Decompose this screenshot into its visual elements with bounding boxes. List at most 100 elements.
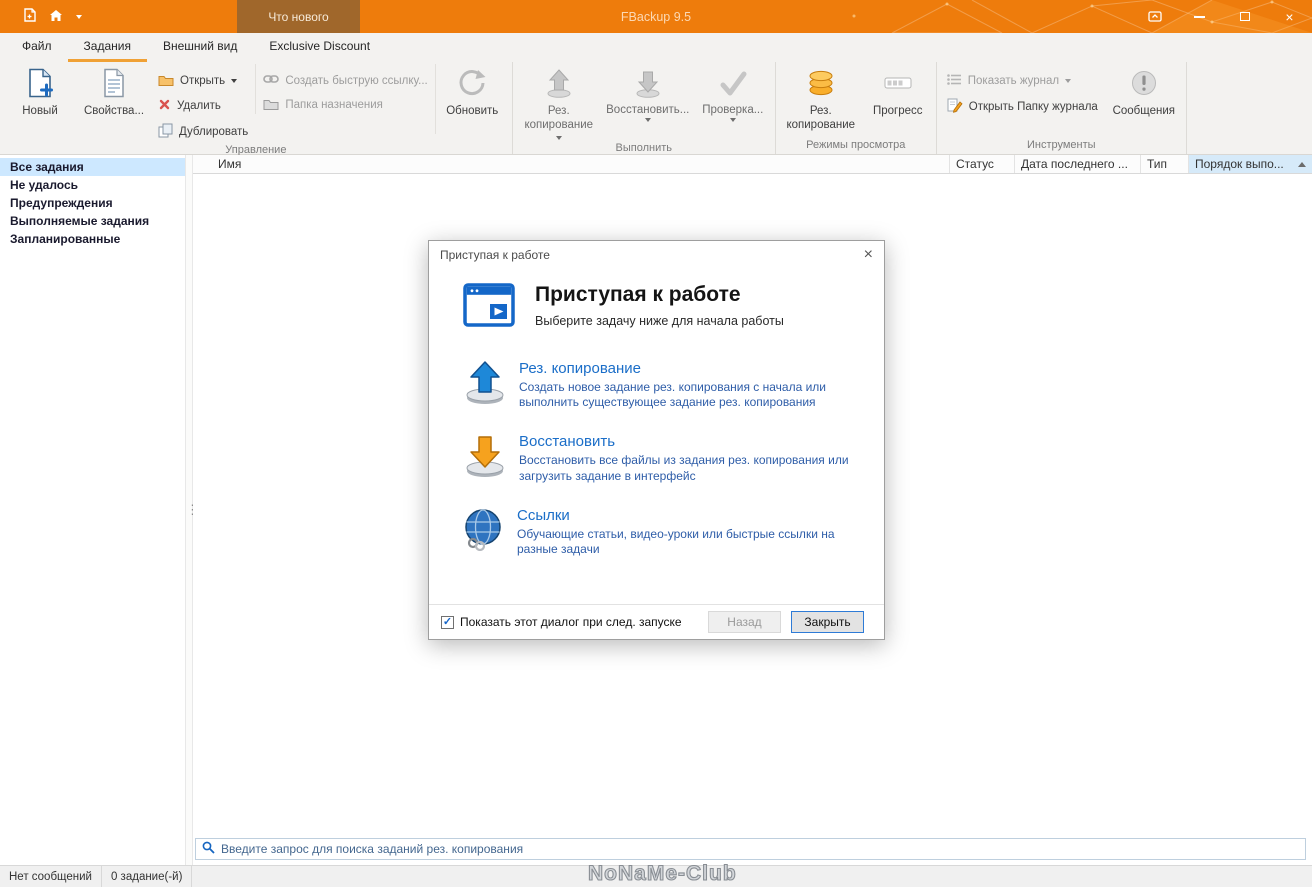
show-dialog-checkbox[interactable]: ✓ Показать этот диалог при след. запуске [441,615,682,629]
progress-icon [883,68,913,101]
group-label-tools: Инструменты [940,137,1183,154]
properties-button[interactable]: Свойства... [77,64,151,134]
search-input[interactable] [221,842,1299,856]
dialog-heading: Приступая к работе [535,283,784,307]
minimize-icon [1194,16,1205,18]
manage-small-buttons: Открыть Удалить Дублировать [151,64,255,142]
sidebar-item-failed[interactable]: Не удалось [0,176,185,194]
destination-folder-button[interactable]: Папка назначения [256,96,434,114]
tab-file[interactable]: Файл [6,33,68,62]
getting-started-dialog: Приступая к работе × Приступая к работе … [428,240,885,640]
links-option[interactable]: Ссылки Обучающие статьи, видео-уроки или… [461,507,884,557]
quick-link-icon [263,73,279,88]
dialog-titlebar: Приступая к работе × [429,241,884,269]
column-header-exec-order[interactable]: Порядок выпо... [1188,155,1312,173]
progress-view-button[interactable]: Прогресс [863,64,933,134]
dialog-footer: ✓ Показать этот диалог при след. запуске… [429,604,884,639]
minimize-button[interactable] [1177,0,1222,33]
dialog-close-icon[interactable]: × [864,247,873,263]
home-icon[interactable] [49,9,63,25]
duplicate-button[interactable]: Дублировать [151,122,255,142]
view-backup-button[interactable]: Рез. копирование [779,64,863,134]
test-button[interactable]: Проверка... [694,64,772,134]
sidebar-item-all-jobs[interactable]: Все задания [0,158,185,176]
delete-button[interactable]: Удалить [151,97,255,115]
backup-arrow-icon [461,360,509,410]
chevron-down-icon [645,118,651,122]
run-backup-icon [544,68,574,101]
back-button[interactable]: Назад [708,611,781,633]
sidebar-item-running[interactable]: Выполняемые задания [0,212,185,230]
links-option-desc: Обучающие статьи, видео-уроки или быстры… [517,527,853,557]
ribbon-filler [1187,62,1312,154]
close-button[interactable]: × [1267,0,1312,33]
ribbon-group-view-modes: Рез. копирование Прогресс Режимы просмот… [776,62,937,154]
search-icon [202,841,215,857]
ribbon-group-execute: Рез. копирование Восстановить... Проверк… [513,62,776,154]
column-header-last-date[interactable]: Дата последнего ... [1014,155,1140,173]
messages-icon [1129,68,1159,101]
restore-icon [633,68,663,101]
splitter-grip-icon: ⋮ [186,502,192,518]
maximize-button[interactable] [1222,0,1267,33]
tab-jobs[interactable]: Задания [68,33,147,62]
backup-option[interactable]: Рез. копирование Создать новое задание р… [461,360,884,410]
tab-exclusive-discount[interactable]: Exclusive Discount [253,33,386,62]
window-title: FBackup 9.5 [0,0,1312,33]
close-dialog-button[interactable]: Закрыть [791,611,864,633]
statusbar: Нет сообщений 0 задание(-й) [0,865,1312,887]
open-folder-icon [158,73,174,89]
ribbon: Новый Свойства... Открыть Удалить [0,62,1312,155]
show-log-button[interactable]: Показать журнал [940,72,1105,90]
chevron-down-icon [231,79,237,83]
status-job-count: 0 задание(-й) [102,866,192,887]
backup-option-title[interactable]: Рез. копирование [519,360,855,377]
sidebar-item-scheduled[interactable]: Запланированные [0,230,185,248]
backup-option-desc: Создать новое задание рез. копирования с… [519,380,855,410]
properties-icon [99,68,129,101]
column-header-status[interactable]: Статус [949,155,1014,173]
backup-stack-icon [806,68,836,101]
delete-icon [158,98,171,114]
job-table-header: Имя Статус Дата последнего ... Тип Поряд… [193,155,1312,174]
column-header-name[interactable]: Имя [193,155,949,173]
ribbon-display-options-icon[interactable] [1132,0,1177,33]
create-quick-link-button[interactable]: Создать быструю ссылку... [256,72,434,89]
column-header-type[interactable]: Тип [1140,155,1188,173]
ribbon-group-tools: Показать журнал Открыть Папку журнала Со… [937,62,1187,154]
dialog-header: Приступая к работе Выберите задачу ниже … [463,283,884,330]
globe-links-icon [461,507,507,557]
quick-access-chevron-icon[interactable] [76,15,82,19]
whats-new-tab[interactable]: Что нового [237,0,360,33]
links-option-title[interactable]: Ссылки [517,507,853,524]
restore-button[interactable]: Восстановить... [602,64,694,134]
group-label-execute: Выполнить [516,140,772,156]
open-button[interactable]: Открыть [151,72,255,90]
status-messages: Нет сообщений [0,866,102,887]
sidebar-item-warnings[interactable]: Предупреждения [0,194,185,212]
whats-new-label: Что нового [268,10,328,24]
restore-option-desc: Восстановить все файлы из задания рез. к… [519,453,855,483]
duplicate-icon [158,123,173,141]
restore-option-title[interactable]: Восстановить [519,433,855,450]
titlebar: Что нового FBackup 9.5 × [0,0,1312,33]
app-icon[interactable] [24,8,36,25]
new-job-button[interactable]: Новый [3,64,77,134]
window-controls: × [1132,0,1312,33]
open-log-folder-icon [947,98,963,116]
sidebar-splitter[interactable]: ⋮ [185,155,193,865]
refresh-icon [457,68,487,101]
dialog-heading-block: Приступая к работе Выберите задачу ниже … [535,283,784,328]
messages-button[interactable]: Сообщения [1105,64,1183,134]
checkbox-checked-icon: ✓ [441,616,454,629]
open-log-folder-button[interactable]: Открыть Папку журнала [940,97,1105,117]
run-backup-button[interactable]: Рез. копирование [516,64,602,140]
ribbon-group-manage: Новый Свойства... Открыть Удалить [0,62,513,154]
dialog-title: Приступая к работе [440,248,550,262]
refresh-button[interactable]: Обновить [435,64,509,134]
job-filters-sidebar: Все задания Не удалось Предупреждения Вы… [0,155,185,865]
search-bar[interactable] [195,838,1306,860]
restore-option[interactable]: Восстановить Восстановить все файлы из з… [461,433,884,483]
restore-arrow-icon [461,433,509,483]
tab-appearance[interactable]: Внешний вид [147,33,253,62]
